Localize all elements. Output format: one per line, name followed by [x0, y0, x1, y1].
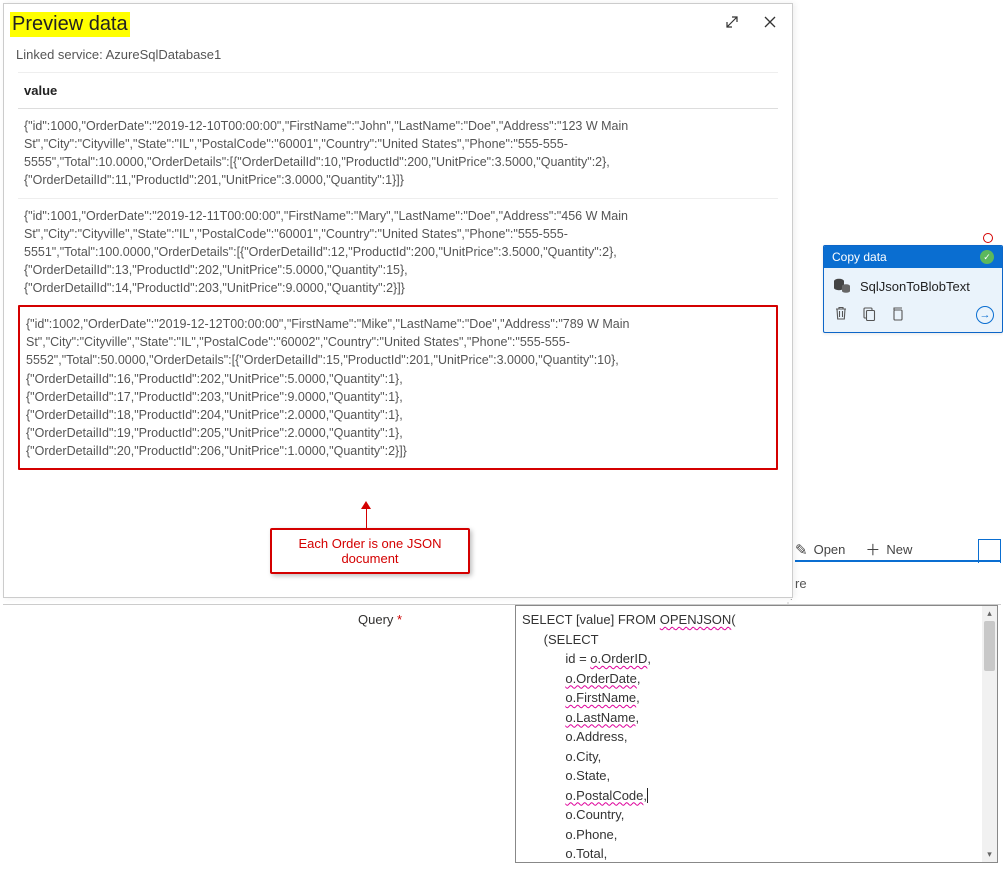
- table-row[interactable]: {"id":1001,"OrderDate":"2019-12-11T00:00…: [18, 199, 778, 307]
- table-row[interactable]: {"id":1000,"OrderDate":"2019-12-10T00:00…: [18, 109, 778, 199]
- scroll-down-icon[interactable]: ▾: [982, 847, 997, 862]
- query-textarea[interactable]: SELECT [value] FROM OPENJSON( (SELECT id…: [515, 605, 998, 863]
- scroll-thumb[interactable]: [984, 621, 995, 671]
- clone-icon[interactable]: [890, 306, 904, 324]
- success-icon: ✓: [980, 250, 994, 264]
- delete-icon[interactable]: [834, 306, 848, 324]
- tab-underline: [795, 560, 1000, 562]
- copy-data-activity[interactable]: Copy data ✓ SqlJsonToBlobText →: [823, 245, 1003, 333]
- callout-box: Each Order is one JSON document: [270, 528, 470, 574]
- close-icon[interactable]: [762, 14, 778, 35]
- table-row[interactable]: {"id":1002,"OrderDate":"2019-12-12T00:00…: [18, 305, 778, 470]
- validation-error-icon: [983, 233, 993, 243]
- column-header-value[interactable]: value: [18, 72, 778, 109]
- preview-data-panel: Preview data Linked service: AzureSqlDat…: [3, 3, 793, 598]
- truncated-label: re: [795, 576, 807, 591]
- linked-service-line: Linked service: AzureSqlDatabase1: [4, 41, 792, 72]
- tab-selected-edge: [978, 539, 1001, 563]
- callout-arrowhead: [361, 501, 371, 509]
- pencil-icon: ✎: [795, 541, 808, 559]
- sink-toolbar: ✎ Open ＋ New: [795, 539, 912, 560]
- scroll-up-icon[interactable]: ▴: [982, 606, 997, 621]
- add-output-icon[interactable]: →: [976, 306, 994, 324]
- new-button[interactable]: ＋ New: [865, 539, 912, 560]
- scrollbar[interactable]: ▴ ▾: [982, 606, 997, 862]
- copy-icon[interactable]: [862, 306, 876, 324]
- activity-name: SqlJsonToBlobText: [860, 279, 970, 294]
- query-label: Query *: [358, 612, 402, 627]
- card-header-label: Copy data: [832, 250, 887, 264]
- database-icon: [832, 276, 852, 296]
- expand-icon[interactable]: [724, 14, 740, 35]
- panel-title: Preview data: [10, 12, 130, 37]
- open-button[interactable]: ✎ Open: [795, 541, 845, 559]
- plus-icon: ＋: [865, 539, 880, 560]
